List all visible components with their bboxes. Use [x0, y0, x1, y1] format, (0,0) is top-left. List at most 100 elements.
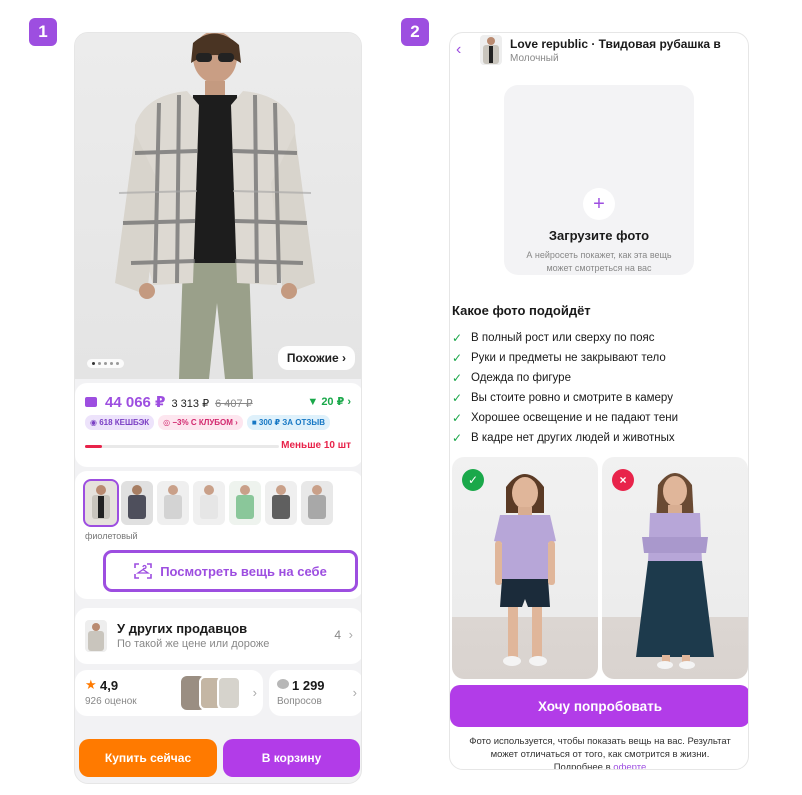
color-variant[interactable]: [265, 481, 297, 525]
list-item: ✓ Одежда по фигуре: [452, 368, 678, 388]
color-variant[interactable]: [301, 481, 333, 525]
other-sellers-row[interactable]: У других продавцов По такой же цене или …: [75, 608, 361, 664]
rating-value: 4,9: [100, 678, 119, 693]
review-bonus-badge[interactable]: ■ 300 ₽ ЗА ОТЗЫВ: [246, 415, 330, 430]
reviews-card[interactable]: ★ 4,9 926 оценок ›: [75, 670, 263, 716]
disclaimer-line-1: Фото используется, чтобы показать вещь н…: [469, 736, 731, 747]
buy-now-button[interactable]: Купить сейчас: [79, 739, 217, 777]
color-variant[interactable]: [229, 481, 261, 525]
rule-text: Хорошее освещение и не падают тени: [471, 412, 678, 424]
wallet-icon: [85, 397, 97, 407]
color-variant[interactable]: [157, 481, 189, 525]
disclaimer-line-2: может отличаться от того, как смотрится …: [490, 749, 710, 760]
disclaimer: Фото используется, чтобы показать вещь н…: [450, 735, 748, 770]
bonus-points[interactable]: ▼ 20 ₽ ›: [307, 395, 351, 408]
check-icon: ✓: [452, 351, 463, 365]
stock-label: Меньше 10 шт: [281, 440, 351, 451]
model-in-shirt-illustration: [115, 33, 315, 379]
color-variants: [83, 479, 333, 527]
club-label: −3% С КЛУБОМ: [172, 418, 233, 427]
cashback-badge[interactable]: ◉ 618 КЕШБЭК: [85, 415, 155, 430]
list-item: ✓ В полный рост или сверху по пояс: [452, 328, 678, 348]
color-variant[interactable]: [193, 481, 225, 525]
star-icon: ★: [85, 677, 97, 692]
plus-icon: +: [583, 188, 615, 220]
rule-text: Вы стоите ровно и смотрите в камеру: [471, 392, 673, 404]
check-icon: ✓: [452, 331, 463, 345]
product-screen: Похожие › 44 066 ₽ 3 313 ₽ 6 407 ₽ ▼ 20 …: [74, 32, 362, 784]
similar-button[interactable]: Похожие ›: [277, 346, 355, 370]
good-check-icon: ✓: [462, 469, 484, 491]
rule-text: Руки и предметы не закрывают тело: [471, 352, 666, 364]
rule-text: Одежда по фигуре: [471, 372, 571, 384]
suitable-photo-heading: Какое фото подойдёт: [452, 303, 591, 318]
check-icon: ✓: [452, 391, 463, 405]
want-to-try-button[interactable]: Хочу попробовать: [450, 685, 748, 727]
offer-link[interactable]: оферте: [613, 762, 646, 769]
back-chevron-icon[interactable]: ‹: [456, 41, 461, 59]
hanger-scan-icon: [134, 563, 152, 579]
list-item: ✓ Вы стоите ровно и смотрите в камеру: [452, 388, 678, 408]
check-icon: ✓: [452, 431, 463, 445]
stock-bar: [85, 445, 279, 448]
questions-count: 1 299: [292, 678, 325, 693]
stock-bar-fill: [85, 445, 103, 448]
review-photos[interactable]: [181, 676, 241, 710]
chevron-right-icon: ›: [348, 627, 353, 642]
list-item: ✓ В кадре нет других людей и животных: [452, 428, 678, 448]
list-item: ✓ Хорошее освещение и не падают тени: [452, 408, 678, 428]
try-on-screen: ‹ Love republic · Твидовая рубашка в Мол…: [449, 32, 749, 770]
alt-price: 3 313 ₽: [171, 398, 210, 410]
questions-card[interactable]: 1 299 Вопросов ›: [269, 670, 361, 716]
cashback-label: 618 КЕШБЭК: [99, 418, 150, 427]
seller-thumb-image: [85, 620, 107, 652]
questions-label: Вопросов: [277, 696, 322, 707]
disclaimer-line-3: Подробнее в оферте: [450, 761, 748, 770]
photo-rules-list: ✓ В полный рост или сверху по пояс ✓ Руки …: [452, 328, 678, 448]
variant-thumb-image: [236, 485, 254, 519]
color-variant[interactable]: [121, 481, 153, 525]
product-photo[interactable]: Похожие ›: [75, 33, 361, 379]
price-row: 44 066 ₽ 3 313 ₽ 6 407 ₽: [85, 393, 253, 411]
review-bonus-label: 300 ₽ ЗА ОТЗЫВ: [258, 418, 325, 427]
variant-thumb-image: [92, 485, 110, 519]
product-variant: Молочный: [510, 53, 559, 64]
rule-text: В полный рост или сверху по пояс: [471, 332, 655, 344]
try-on-button[interactable]: Посмотреть вещь на себе: [103, 550, 358, 592]
upload-photo-area[interactable]: + Загрузите фото А нейросеть покажет, ка…: [504, 85, 694, 275]
product-title: Love republic · Твидовая рубашка в: [510, 37, 721, 51]
upload-hint: А нейросеть покажет, как эта вещь может …: [526, 250, 672, 273]
old-price: 6 407 ₽: [215, 398, 253, 410]
step-2-badge: 2: [401, 18, 429, 46]
list-item: ✓ Руки и предметы не закрывают тело: [452, 348, 678, 368]
variant-thumb-image: [272, 485, 290, 519]
variant-thumb-image: [308, 485, 326, 519]
sellers-count: 4: [334, 628, 341, 642]
product-thumb-image: [480, 35, 502, 65]
speech-bubble-icon: [277, 679, 289, 689]
check-icon: ✓: [452, 371, 463, 385]
try-on-label: Посмотреть вещь на себе: [160, 563, 327, 579]
bad-example-photo: ×: [602, 457, 748, 679]
add-to-cart-button[interactable]: В корзину: [223, 739, 360, 777]
color-variant-selected[interactable]: [83, 479, 119, 527]
variant-thumb-image: [164, 485, 182, 519]
photo-pagination-dots: [87, 359, 124, 368]
disclaimer-more: Подробнее в: [553, 762, 611, 770]
promo-badges: ◉ 618 КЕШБЭК ◎ −3% С КЛУБОМ › ■ 300 ₽ ЗА…: [85, 415, 330, 430]
chevron-right-icon: ›: [352, 685, 357, 700]
step-1-badge: 1: [29, 18, 57, 46]
club-badge[interactable]: ◎ −3% С КЛУБОМ ›: [158, 415, 243, 430]
bad-cross-icon: ×: [612, 469, 634, 491]
variant-thumb-image: [128, 485, 146, 519]
rating-count: 926 оценок: [85, 696, 137, 707]
similar-label: Похожие: [286, 351, 339, 365]
review-photo: [217, 676, 241, 710]
check-icon: ✓: [452, 411, 463, 425]
main-price: 44 066 ₽: [105, 394, 166, 411]
rule-text: В кадре нет других людей и животных: [471, 432, 675, 444]
color-name: фиолетовый: [85, 531, 138, 541]
variant-thumb-image: [200, 485, 218, 519]
chevron-right-icon: ›: [252, 685, 257, 700]
sellers-title: У других продавцов: [117, 621, 248, 636]
